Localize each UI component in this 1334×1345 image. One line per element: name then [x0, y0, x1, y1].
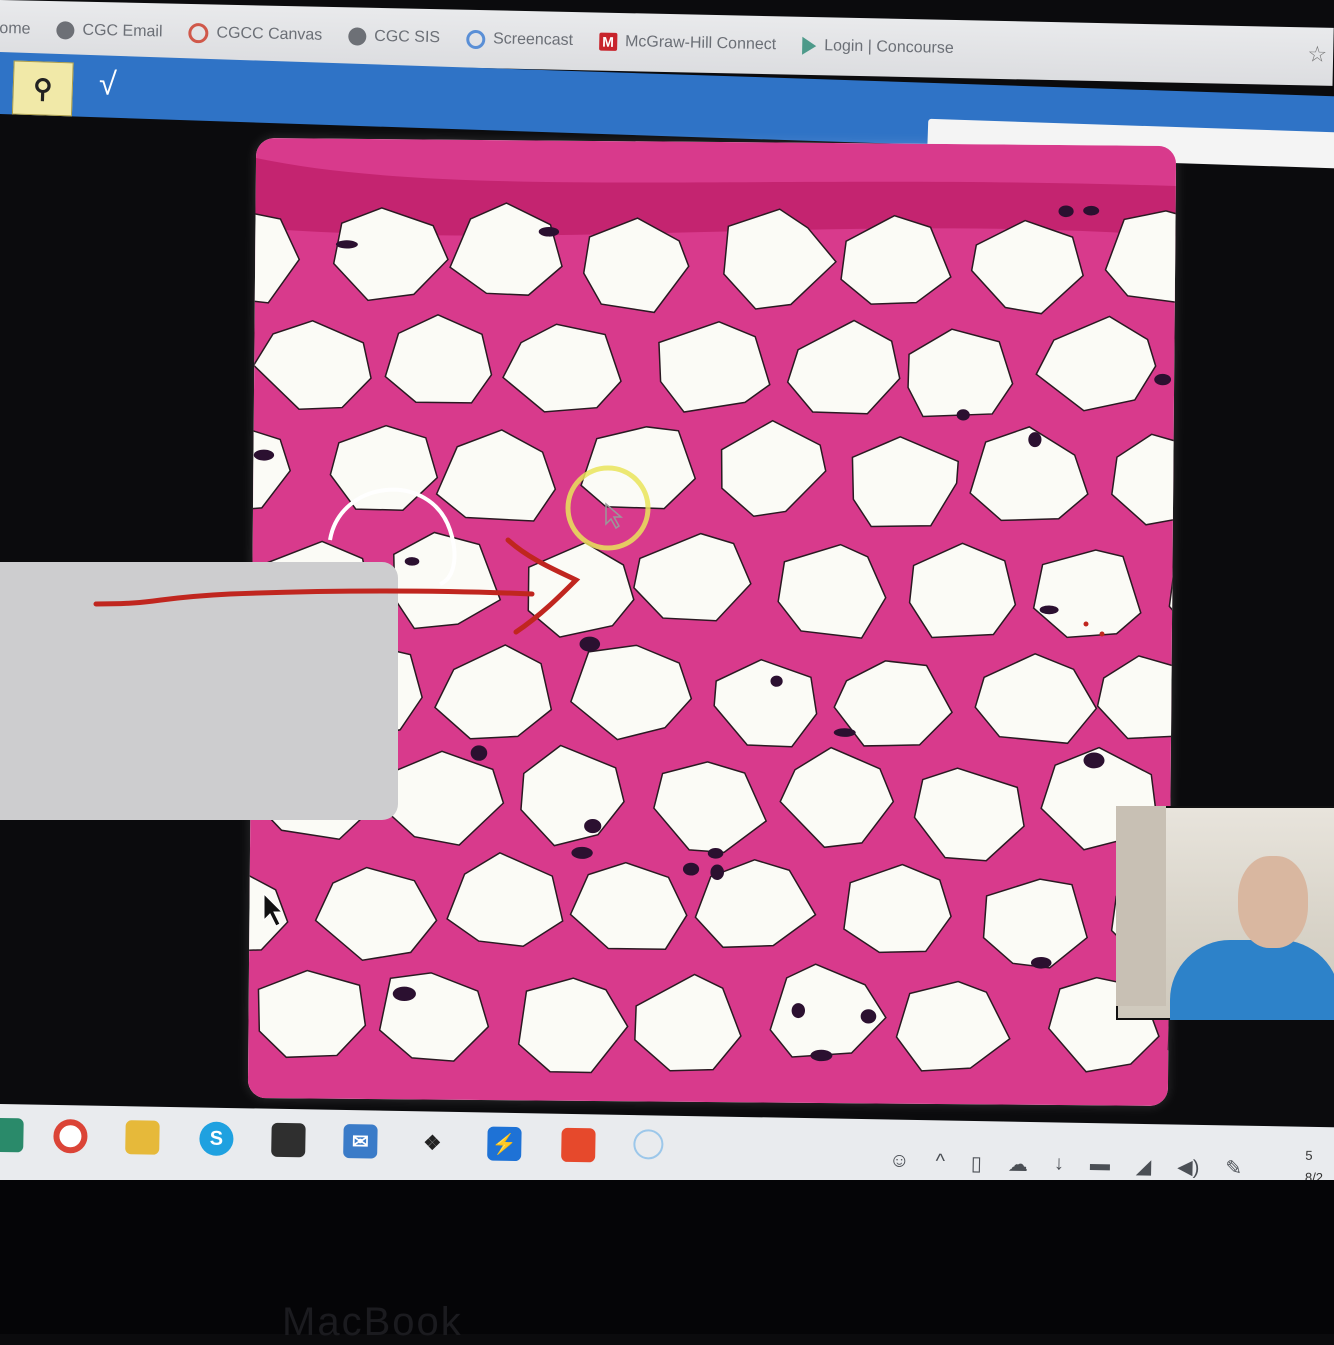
dropbox-icon[interactable]: ❖: [415, 1125, 450, 1160]
webcam-person-shirt: [1170, 940, 1334, 1020]
wifi-icon[interactable]: ◢: [1136, 1154, 1152, 1179]
webcam-person-head: [1238, 856, 1308, 948]
globe-icon: [348, 27, 367, 46]
webcam-background: [1116, 806, 1166, 1006]
globe-icon: [56, 21, 75, 40]
cell-nucleus: [770, 675, 783, 687]
cell-nucleus: [1028, 432, 1042, 448]
cloud-icon[interactable]: ☁: [1008, 1152, 1028, 1177]
skype-icon[interactable]: S: [199, 1121, 234, 1157]
cell-nucleus: [470, 745, 488, 761]
mcgraw-hill-icon: M: [598, 32, 618, 51]
download-icon[interactable]: ↓: [1054, 1152, 1064, 1177]
canvas-icon: [188, 22, 209, 44]
screencast-taskbar-icon[interactable]: [633, 1129, 664, 1160]
bookmark-cgc-sis[interactable]: CGC SIS: [348, 27, 440, 47]
label-cover-box[interactable]: [0, 562, 398, 820]
screencast-icon: [465, 29, 486, 49]
power-automate-icon[interactable]: ⚡: [487, 1126, 522, 1162]
cell-nucleus: [860, 1009, 877, 1024]
mail-icon[interactable]: ✉: [343, 1124, 378, 1159]
bookmark-concourse[interactable]: Login | Concourse: [801, 36, 954, 58]
monitor-bezel: [0, 1180, 1334, 1334]
bookmark-cgc-email[interactable]: CGC Email: [56, 21, 163, 41]
cell-nucleus: [791, 1003, 806, 1019]
edge-icon[interactable]: [0, 1117, 24, 1153]
bookmark-cgcc-canvas[interactable]: CGCC Canvas: [188, 22, 322, 46]
store-icon[interactable]: [271, 1122, 306, 1158]
people-icon[interactable]: ☺: [889, 1150, 910, 1175]
concourse-icon: [801, 36, 817, 56]
microscope-tool-button[interactable]: ⚲: [11, 60, 74, 117]
microscope-icon: ⚲: [32, 72, 53, 104]
bookmark-screencast[interactable]: Screencast: [465, 29, 573, 50]
bookmark-mcgraw-hill[interactable]: M McGraw-Hill Connect: [598, 32, 776, 55]
volume-icon[interactable]: ◀): [1177, 1155, 1199, 1180]
chevron-up-icon[interactable]: ^: [935, 1150, 945, 1175]
check-button[interactable]: √: [98, 65, 117, 103]
bookmark-star-icon[interactable]: ☆: [1307, 41, 1327, 67]
system-tray: ☺ ^ ▯ ☁ ↓ ▬ ◢ ◀) ✎: [889, 1150, 1242, 1181]
battery-icon[interactable]: ▬: [1090, 1153, 1110, 1178]
cell-nucleus: [710, 864, 725, 880]
bookmark-home[interactable]: ome: [0, 20, 31, 39]
chrome-icon[interactable]: [53, 1118, 88, 1154]
file-explorer-icon[interactable]: [125, 1120, 160, 1155]
usb-icon[interactable]: ▯: [971, 1151, 982, 1176]
office-icon[interactable]: [561, 1127, 596, 1163]
clock-time: 5: [1305, 1147, 1313, 1163]
pen-icon[interactable]: ✎: [1225, 1155, 1242, 1180]
macbook-label: MacBook: [282, 1300, 463, 1344]
